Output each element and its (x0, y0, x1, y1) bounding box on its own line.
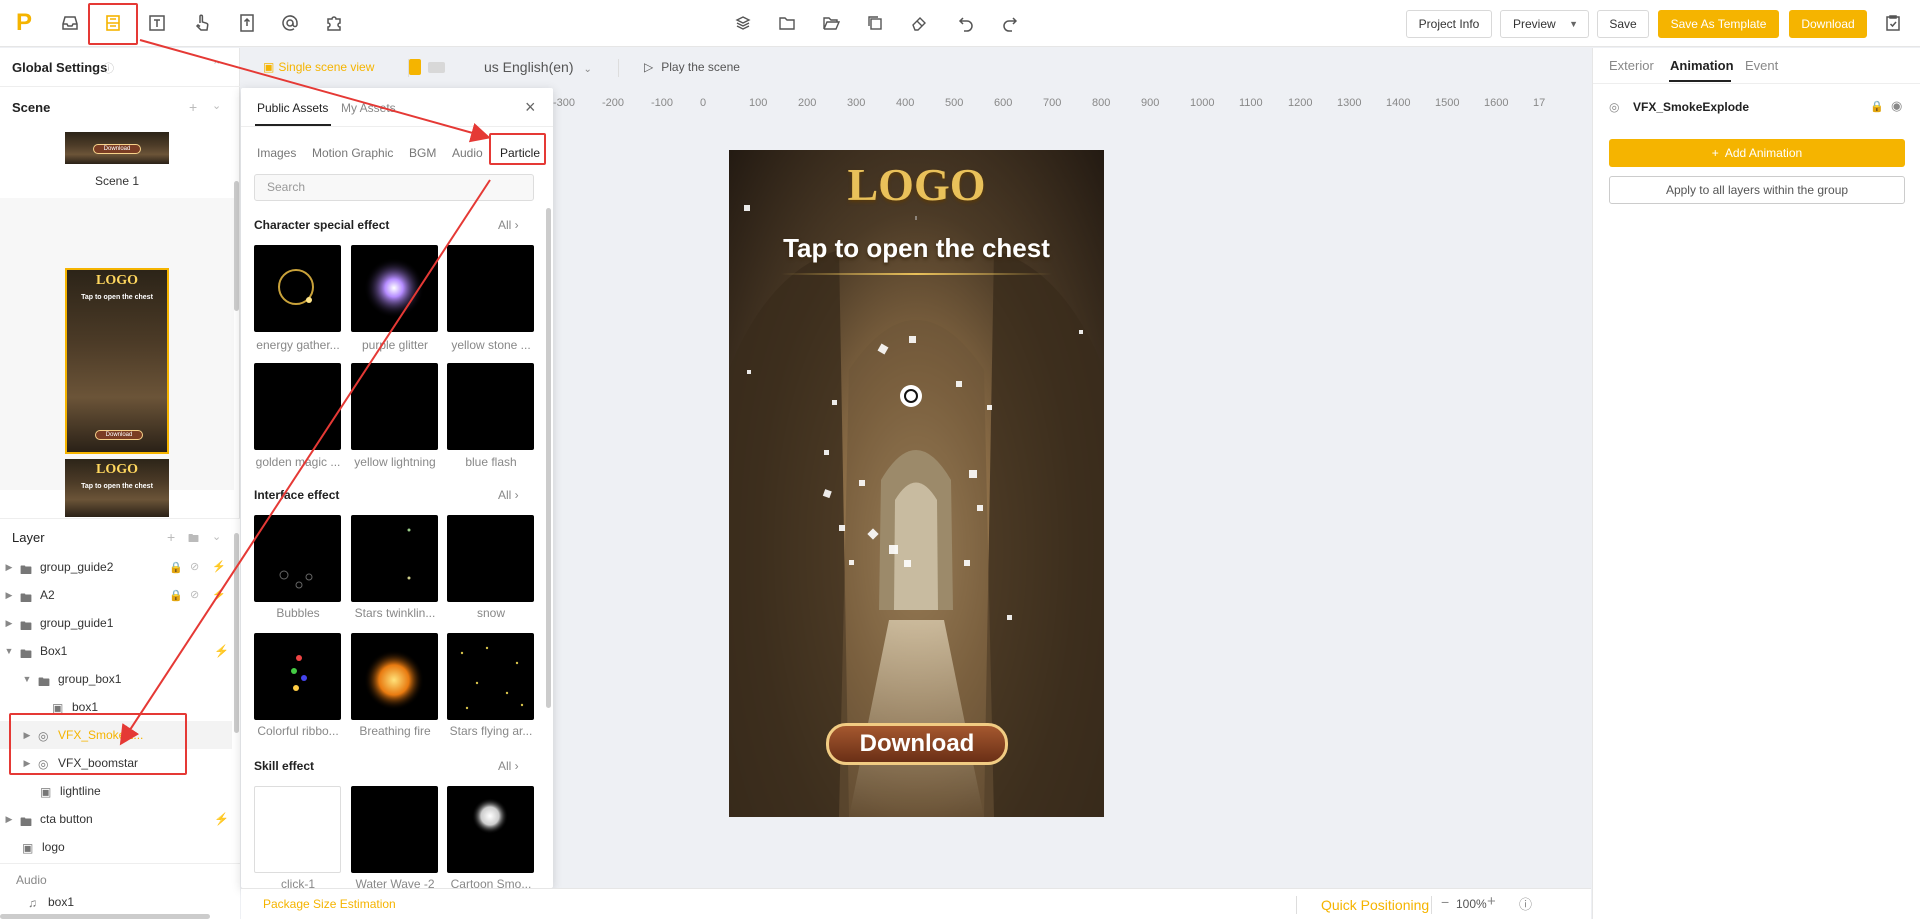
divider (1593, 83, 1920, 84)
zoom-out-icon[interactable]: − (1441, 894, 1449, 910)
quick-positioning-button[interactable]: Quick Positioning (1321, 897, 1429, 913)
plus-icon: + (1711, 146, 1719, 160)
right-panel: Exterior Animation Event ◎ VFX_SmokeExpl… (1592, 48, 1920, 919)
help-icon[interactable]: ⓘ (1519, 894, 1532, 913)
eye-icon[interactable]: ◉ (1891, 98, 1902, 114)
selected-layer-name: VFX_SmokeExplode (1633, 100, 1750, 114)
divider (1431, 896, 1432, 914)
tab-exterior[interactable]: Exterior (1609, 58, 1654, 73)
tab-event[interactable]: Event (1745, 58, 1778, 73)
package-size-link[interactable]: Package Size Estimation (263, 897, 396, 911)
active-tab-underline (1669, 80, 1731, 82)
add-animation-button[interactable]: + Add Animation (1609, 139, 1905, 167)
tab-animation[interactable]: Animation (1670, 58, 1734, 73)
divider (1296, 896, 1297, 914)
zoom-level: 100% (1456, 897, 1487, 911)
apply-all-button[interactable]: Apply to all layers within the group (1609, 176, 1905, 204)
particle-icon: ◎ (1609, 100, 1620, 114)
bottom-bar: Package Size Estimation Quick Positionin… (241, 888, 1591, 919)
zoom-in-icon[interactable]: + (1487, 893, 1496, 910)
lock-icon[interactable]: 🔒 (1870, 100, 1884, 113)
add-animation-label: Add Animation (1724, 146, 1803, 160)
